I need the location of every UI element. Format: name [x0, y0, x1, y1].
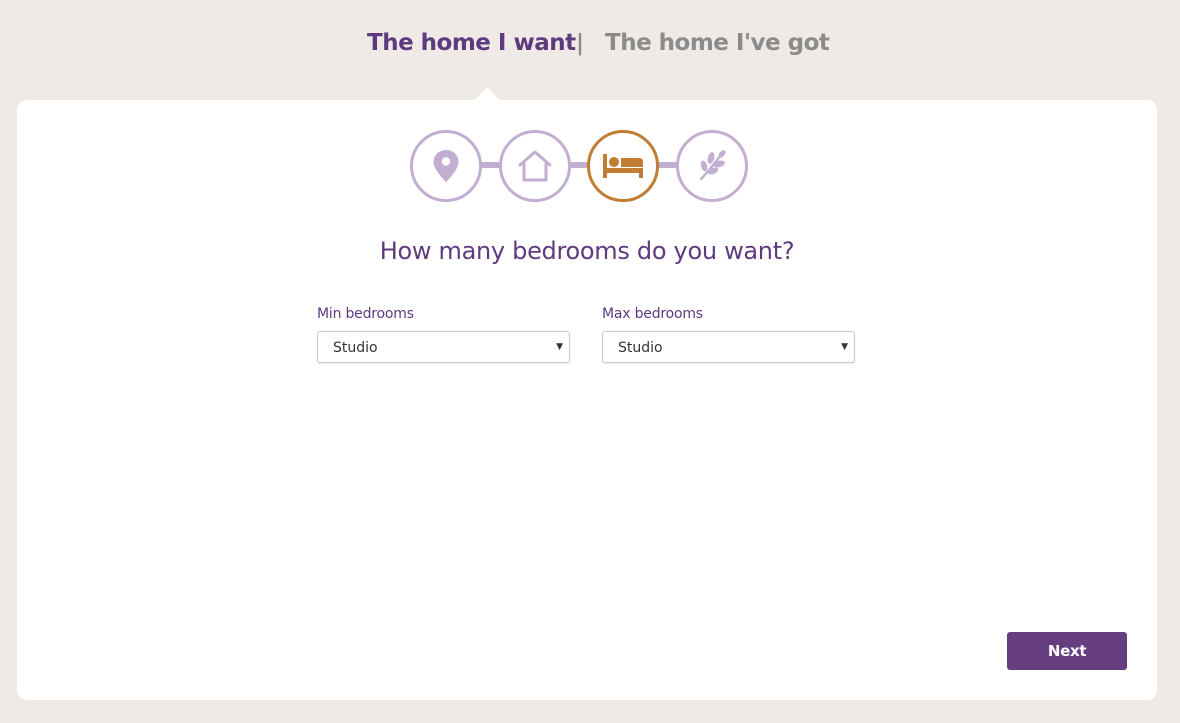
tab-home-i-want[interactable]: The home I want — [367, 30, 576, 56]
bed-icon — [603, 154, 643, 178]
page-question: How many bedrooms do you want? — [379, 237, 795, 265]
max-bedrooms-label: Max bedrooms — [602, 306, 703, 322]
step-property-type[interactable] — [499, 130, 571, 202]
progress-steps — [410, 130, 750, 202]
dropdown-arrow-icon: ▼ — [556, 342, 563, 352]
leaf-icon — [699, 150, 726, 181]
location-pin-icon — [433, 150, 459, 182]
tab-separator: | — [576, 31, 585, 56]
active-tab-pointer — [474, 87, 500, 101]
max-bedrooms-value: Studio — [618, 340, 663, 356]
step-features[interactable] — [676, 130, 748, 202]
next-button[interactable]: Next — [1007, 632, 1127, 670]
step-bedrooms[interactable] — [587, 130, 659, 202]
min-bedrooms-select[interactable]: Studio ▼ — [317, 331, 570, 363]
min-bedrooms-label: Min bedrooms — [317, 306, 414, 322]
top-navigation: The home I want | The home I've got — [0, 0, 1180, 92]
max-bedrooms-select[interactable]: Studio ▼ — [602, 331, 855, 363]
step-location[interactable] — [410, 130, 482, 202]
tab-home-ive-got[interactable]: The home I've got — [605, 30, 830, 56]
step-connector — [656, 162, 678, 168]
dropdown-arrow-icon: ▼ — [841, 342, 848, 352]
house-icon — [518, 150, 552, 182]
min-bedrooms-value: Studio — [333, 340, 378, 356]
